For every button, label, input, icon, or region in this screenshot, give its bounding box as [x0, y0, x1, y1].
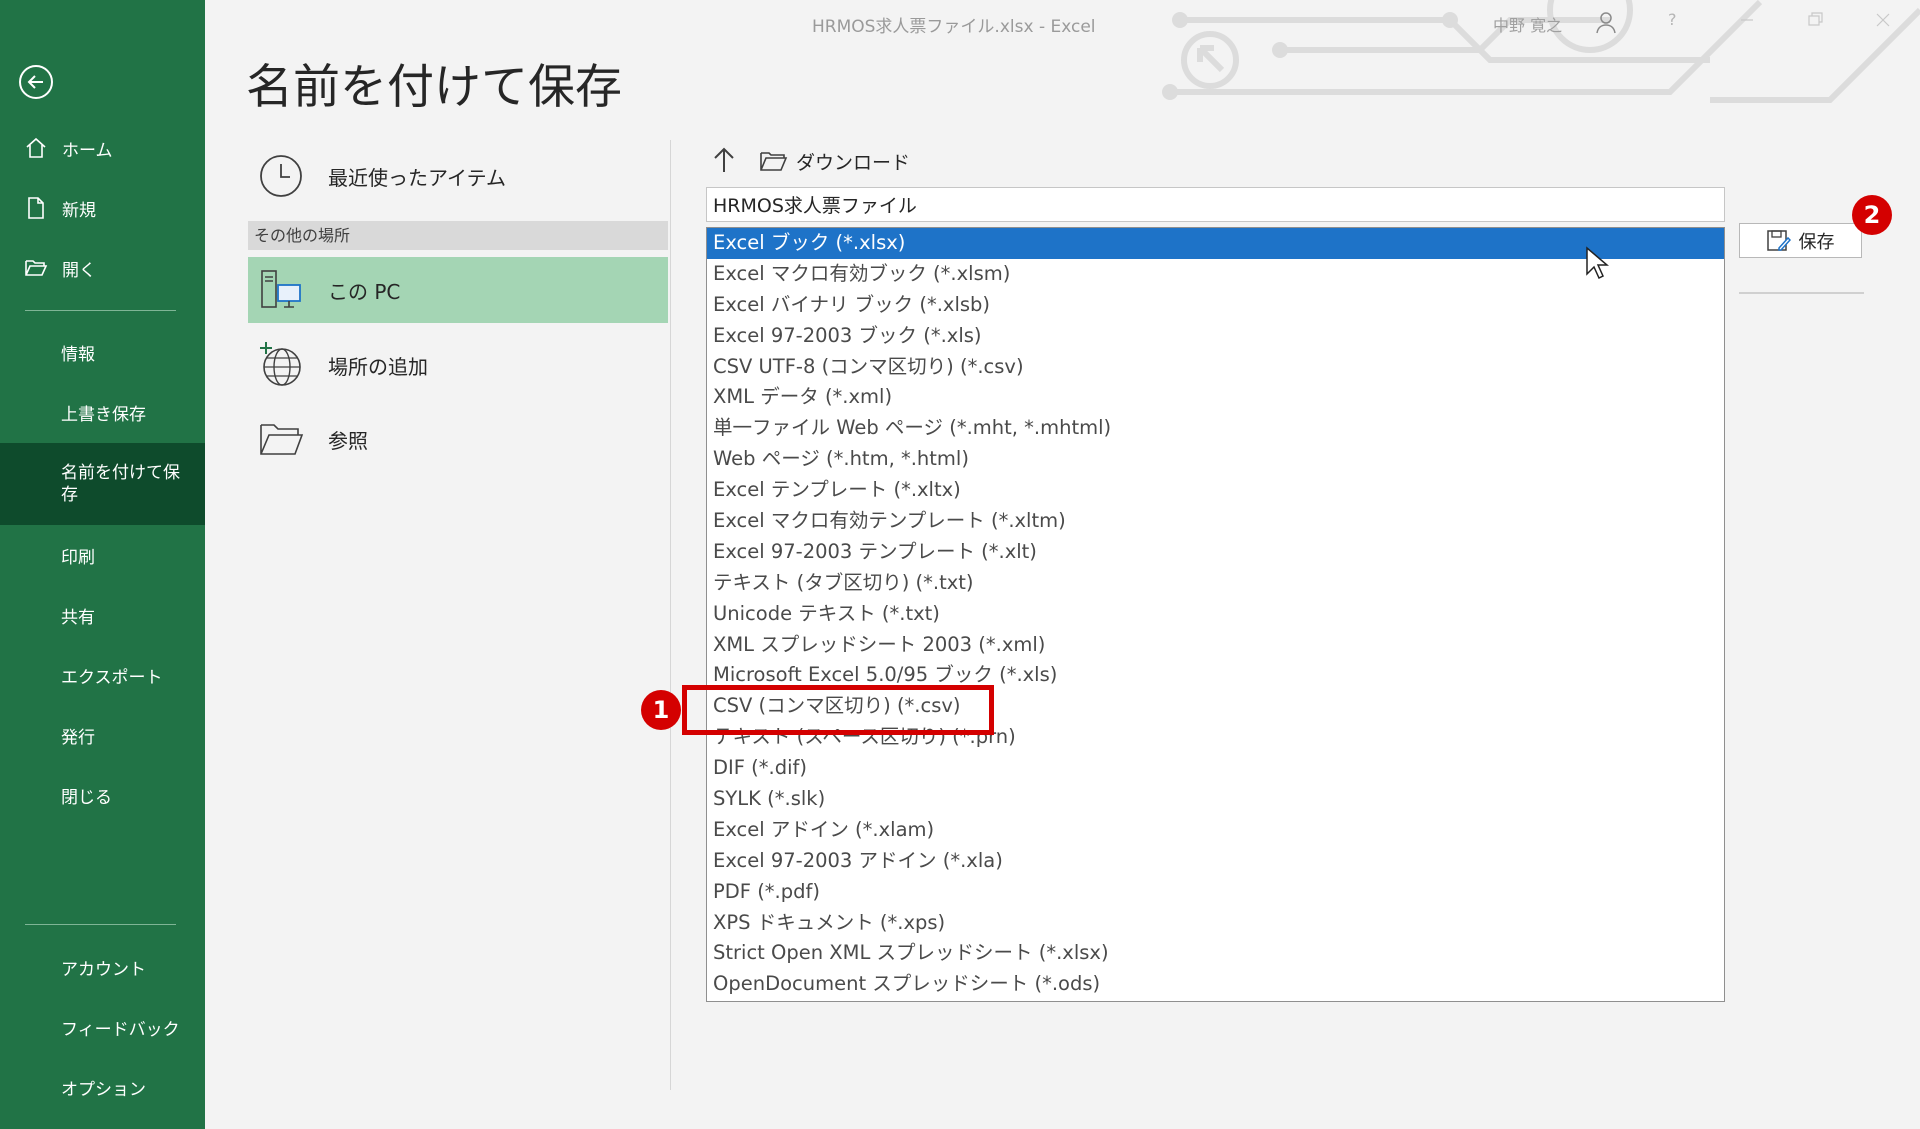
sidebar-item-label: 閉じる: [61, 787, 112, 808]
current-folder-label[interactable]: ダウンロード: [796, 148, 910, 175]
sidebar-item-share[interactable]: 共有: [0, 587, 205, 643]
restore-icon[interactable]: [1800, 8, 1830, 32]
location-add-place[interactable]: 場所の追加: [248, 340, 668, 390]
location-label: この PC: [328, 279, 401, 304]
location-recent[interactable]: 最近使ったアイテム: [248, 151, 668, 201]
sidebar-item-close[interactable]: 閉じる: [0, 767, 205, 823]
location-label: 最近使ったアイテム: [328, 165, 506, 190]
file-type-option[interactable]: Web ページ (*.htm, *.html): [707, 444, 1724, 475]
file-type-option[interactable]: SYLK (*.slk): [707, 784, 1724, 815]
sidebar-item-label: 開く: [62, 260, 96, 281]
filename-input[interactable]: [706, 187, 1725, 222]
file-type-option[interactable]: DIF (*.dif): [707, 753, 1724, 784]
file-type-option[interactable]: Excel ブック (*.xlsx): [707, 228, 1724, 259]
file-type-option[interactable]: Excel 97-2003 テンプレート (*.xlt): [707, 537, 1724, 568]
sidebar-item-label: エクスポート: [61, 667, 163, 688]
user-avatar-icon[interactable]: [1594, 10, 1618, 34]
sidebar-item-label: アカウント: [61, 959, 146, 980]
sidebar-item-label: 上書き保存: [61, 404, 146, 425]
mouse-cursor-icon: [1586, 246, 1609, 280]
new-document-icon: [24, 196, 48, 220]
sidebar-item-label: 印刷: [61, 547, 95, 568]
user-name[interactable]: 中野 寛之: [1493, 12, 1562, 36]
file-type-option[interactable]: Excel マクロ有効ブック (*.xlsm): [707, 259, 1724, 290]
location-browse[interactable]: 参照: [248, 414, 668, 464]
sidebar-item-options[interactable]: オプション: [0, 1059, 205, 1115]
file-type-option[interactable]: Unicode テキスト (*.txt): [707, 599, 1724, 630]
sidebar-divider: [25, 310, 176, 311]
file-type-option[interactable]: XML スプレッドシート 2003 (*.xml): [707, 630, 1724, 661]
help-button[interactable]: ?: [1668, 10, 1677, 29]
sidebar-item-label: ホーム: [62, 140, 113, 161]
file-type-option[interactable]: 単一ファイル Web ページ (*.mht, *.mhtml): [707, 413, 1724, 444]
file-type-option[interactable]: CSV UTF-8 (コンマ区切り) (*.csv): [707, 352, 1724, 383]
file-type-option[interactable]: Strict Open XML スプレッドシート (*.xlsx): [707, 938, 1724, 969]
file-type-option[interactable]: Excel 97-2003 アドイン (*.xla): [707, 846, 1724, 877]
sidebar-item-label: 情報: [61, 344, 95, 365]
file-type-option[interactable]: テキスト (タブ区切り) (*.txt): [707, 568, 1724, 599]
file-type-option[interactable]: Excel 97-2003 ブック (*.xls): [707, 321, 1724, 352]
computer-icon: [261, 270, 301, 308]
file-type-option[interactable]: CSV (コンマ区切り) (*.csv): [707, 691, 1724, 722]
up-arrow-icon[interactable]: [710, 146, 738, 174]
file-type-option[interactable]: XML データ (*.xml): [707, 382, 1724, 413]
minimize-icon[interactable]: [1732, 8, 1762, 32]
sidebar-item-label: オプション: [61, 1079, 146, 1100]
save-icon: [1766, 229, 1791, 251]
sidebar-item-export[interactable]: エクスポート: [0, 647, 205, 703]
folder-icon: [760, 152, 788, 171]
save-button-label: 保存: [1798, 231, 1835, 253]
sidebar-item-save[interactable]: 上書き保存: [0, 384, 205, 440]
sidebar-item-info[interactable]: 情報: [0, 324, 205, 380]
file-type-dropdown-list[interactable]: Excel ブック (*.xlsx) Excel マクロ有効ブック (*.xlsm…: [706, 227, 1725, 1002]
other-locations-header: その他の場所: [248, 221, 668, 250]
page-title: 名前を付けて保存: [246, 60, 622, 115]
sidebar-item-print[interactable]: 印刷: [0, 527, 205, 583]
sidebar-divider: [25, 924, 176, 925]
file-type-option[interactable]: XPS ドキュメント (*.xps): [707, 908, 1724, 939]
file-type-option[interactable]: Excel テンプレート (*.xltx): [707, 475, 1724, 506]
save-button-underline: [1739, 292, 1864, 294]
file-type-option[interactable]: PDF (*.pdf): [707, 877, 1724, 908]
file-type-option[interactable]: OpenDocument スプレッドシート (*.ods): [707, 969, 1724, 1000]
backstage-sidebar: ホーム 新規 開く 情報 上書き保存 名前を付けて保存 印刷 共有 エクスポート…: [0, 0, 205, 1129]
sidebar-item-feedback[interactable]: フィードバック: [0, 999, 205, 1055]
sidebar-item-label: 新規: [62, 200, 96, 221]
sidebar-item-home[interactable]: ホーム: [0, 120, 205, 176]
panel-divider: [670, 140, 671, 1090]
clock-icon: [260, 155, 302, 197]
location-this-pc[interactable]: この PC: [248, 257, 668, 323]
window-title: HRMOS求人票ファイル.xlsx - Excel: [812, 17, 1096, 37]
open-folder-icon: [24, 256, 48, 280]
back-arrow-icon: [27, 75, 43, 89]
file-type-option[interactable]: テキスト (スペース区切り) (*.prn): [707, 722, 1724, 753]
step-badge-2: 2: [1852, 195, 1892, 235]
file-type-option[interactable]: Excel バイナリ ブック (*.xlsb): [707, 290, 1724, 321]
sidebar-item-publish[interactable]: 発行: [0, 707, 205, 763]
file-type-option[interactable]: Microsoft Excel 5.0/95 ブック (*.xls): [707, 660, 1724, 691]
sidebar-item-save-as[interactable]: 名前を付けて保存: [0, 443, 205, 525]
file-type-option[interactable]: Excel アドイン (*.xlam): [707, 815, 1724, 846]
sidebar-item-label: 名前を付けて保存: [61, 463, 180, 505]
location-label: 場所の追加: [328, 354, 428, 379]
step-badge-1: 1: [641, 690, 681, 730]
sidebar-item-open[interactable]: 開く: [0, 240, 205, 296]
home-icon: [24, 136, 48, 160]
sidebar-item-new[interactable]: 新規: [0, 180, 205, 236]
sidebar-item-label: 共有: [61, 607, 95, 628]
location-label: 参照: [328, 428, 368, 453]
save-button[interactable]: 保存: [1739, 223, 1862, 258]
sidebar-item-account[interactable]: アカウント: [0, 939, 205, 995]
folder-icon: [260, 424, 304, 455]
sidebar-item-label: 発行: [61, 727, 95, 748]
close-icon[interactable]: [1868, 8, 1898, 32]
globe-add-icon: [260, 342, 301, 386]
back-button[interactable]: [19, 65, 53, 99]
file-type-option[interactable]: Excel マクロ有効テンプレート (*.xltm): [707, 506, 1724, 537]
sidebar-item-label: フィードバック: [61, 1019, 180, 1040]
